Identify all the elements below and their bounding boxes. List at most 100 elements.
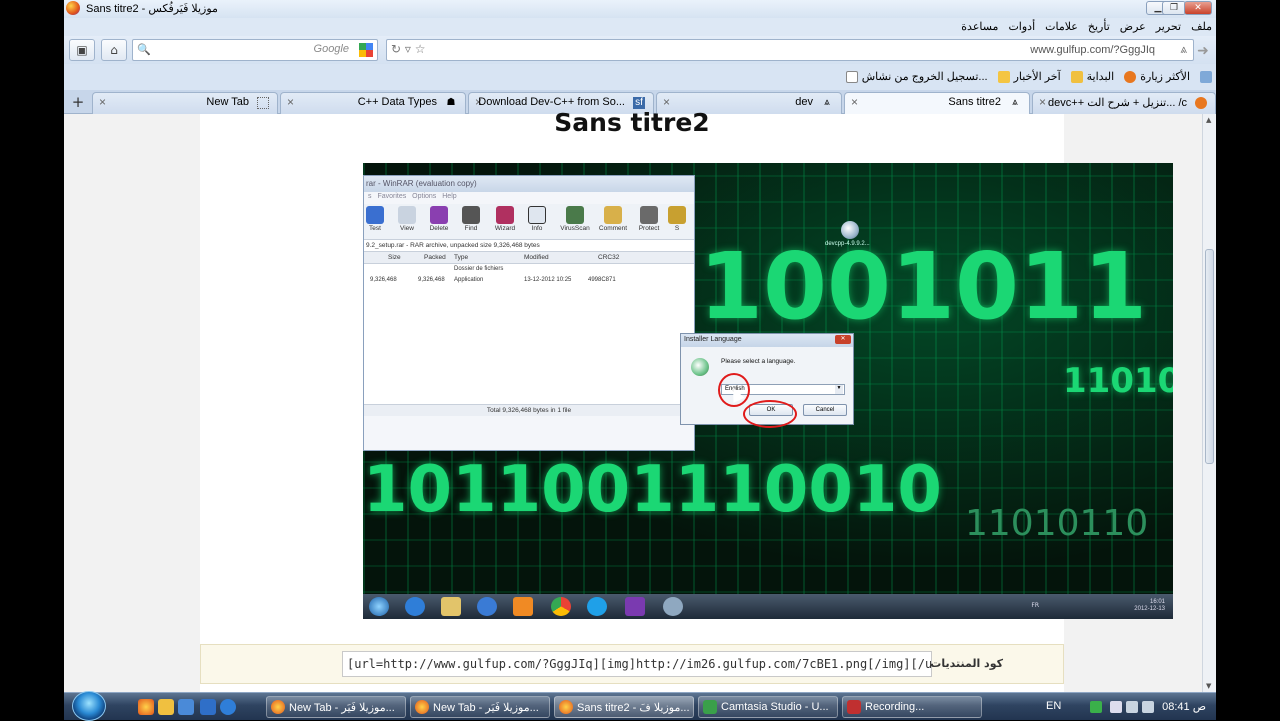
find-icon <box>462 206 480 224</box>
tool-find: Find <box>456 206 486 232</box>
winrar-title: rar - WinRAR (evaluation copy) <box>364 176 694 192</box>
reload-icon[interactable]: ↻ ▿ ☆ <box>391 42 425 56</box>
ie-icon[interactable] <box>220 699 236 715</box>
messenger-icon[interactable] <box>158 699 174 715</box>
close-icon: ✕ <box>835 335 851 344</box>
bookmarks-toolbar: الأكثر زيارة البداية آخر الأخبار تسجيل ا… <box>64 64 1216 90</box>
email-icon[interactable] <box>200 699 216 715</box>
taskbar-task[interactable]: New Tab - موزيلا فَيَر... <box>410 696 550 718</box>
firefox-icon[interactable] <box>138 699 154 715</box>
taskbar-task[interactable]: Recording... <box>842 696 982 718</box>
forum-code-label: كود المنتديات <box>930 657 1003 670</box>
new-tab-button[interactable]: + <box>68 92 88 112</box>
search-input[interactable]: Google <box>314 43 349 55</box>
firefox-icon <box>1124 70 1137 83</box>
firefox-icon <box>66 1 80 15</box>
network-icon[interactable] <box>1126 701 1138 713</box>
maximize-button[interactable]: ❐ <box>1162 1 1186 15</box>
taskbar-task[interactable]: Camtasia Studio - U... <box>698 696 838 718</box>
tab-close-icon[interactable]: × <box>663 95 670 109</box>
menu-history[interactable]: تأريخ <box>1088 20 1110 33</box>
tab-close-icon[interactable]: × <box>287 95 294 109</box>
dialog-message: Please select a language. <box>721 358 796 365</box>
tray-icon[interactable] <box>1090 701 1102 713</box>
vertical-scrollbar[interactable]: ▲ ▼ <box>1202 114 1216 692</box>
test-icon <box>366 206 384 224</box>
scrollbar-thumb[interactable] <box>1205 249 1214 464</box>
winrar-icon <box>625 597 645 616</box>
taskbar-task[interactable]: Sans titre2 - موزيلا فَ... <box>554 696 694 718</box>
desktop-icon[interactable] <box>178 699 194 715</box>
menu-file[interactable]: ملف <box>1191 20 1212 33</box>
bookmarks-menu-icon[interactable] <box>1200 70 1212 83</box>
camtasia-icon <box>703 700 717 714</box>
start-orb-icon <box>369 597 389 616</box>
taskbar-task[interactable]: New Tab - موزيلا فَيَر... <box>266 696 406 718</box>
url-bar[interactable]: ↻ ▿ ☆ www.gulfup.com/?GggJIq ⩓ <box>386 39 1194 61</box>
home-icon[interactable]: ⌂ <box>101 39 127 61</box>
tool-view: View <box>392 206 422 232</box>
chevron-down-icon: ▼ <box>835 385 843 394</box>
search-box[interactable]: 🔍 Google <box>132 39 378 61</box>
recording-icon <box>847 700 861 714</box>
chrome-icon <box>551 597 571 616</box>
tab-close-icon[interactable]: × <box>1039 95 1046 109</box>
page-icon <box>845 70 858 83</box>
virus-icon <box>566 206 584 224</box>
messenger-icon <box>477 597 497 616</box>
menu-view[interactable]: عرض <box>1120 20 1146 33</box>
archive-path: 9.2_setup.rar - RAR archive, unpacked si… <box>364 240 694 252</box>
menu-edit[interactable]: تحرير <box>1156 20 1181 33</box>
clock[interactable]: 08:41 ص <box>1162 700 1206 713</box>
right-letterbox <box>1216 0 1280 692</box>
tab-close-icon[interactable]: × <box>99 95 106 109</box>
media-icon <box>513 597 533 616</box>
uploaded-screenshot: 1001011 11010 1011001110010 11010110 dev… <box>363 163 1173 619</box>
tool-sfx: S <box>662 206 692 232</box>
page-viewport: Sans titre2 1001011 11010 1011001110010 … <box>64 108 1202 692</box>
bookmark-most-visited[interactable]: الأكثر زيارة <box>1124 70 1190 83</box>
firefox-icon <box>415 700 429 714</box>
windows-taskbar: New Tab - موزيلا فَيَر... New Tab - موزي… <box>64 691 1216 721</box>
ie-icon <box>405 597 425 616</box>
wizard-icon <box>496 206 514 224</box>
bookmark-latest-headlines[interactable]: آخر الأخبار <box>997 70 1061 83</box>
url-input[interactable]: www.gulfup.com/?GggJIq <box>1030 44 1155 56</box>
firefox-icon <box>271 700 285 714</box>
dialog-title: Installer Language ✕ <box>681 334 853 347</box>
scroll-down-icon[interactable]: ▼ <box>1206 682 1211 690</box>
bookmark-logout[interactable]: تسجيل الخروج من نشاش... <box>845 70 988 83</box>
downloads-icon[interactable]: ▣ <box>69 39 95 61</box>
rss-icon <box>1070 70 1083 83</box>
binary-text: 11010 <box>1063 361 1173 401</box>
tool-wizard: Wizard <box>490 206 520 232</box>
view-icon <box>398 206 416 224</box>
tool-comment: Comment <box>598 206 628 232</box>
forum-code-input[interactable]: [url=http://www.gulfup.com/?GggJIq][img]… <box>342 651 932 677</box>
bookmark-getting-started[interactable]: البداية <box>1070 70 1114 83</box>
navigation-bar: ▣ ⌂ 🔍 Google ↻ ▿ ☆ www.gulfup.com/?GggJI… <box>64 36 1216 64</box>
search-icon: 🔍 <box>137 43 151 56</box>
forward-arrow-icon[interactable]: ➜ <box>1194 42 1212 60</box>
google-icon[interactable] <box>359 43 373 57</box>
window-title: Sans titre2 - موزيلا فَيَرفُكس <box>86 3 218 15</box>
volume-icon[interactable] <box>1142 701 1154 713</box>
tray-icon[interactable] <box>1110 701 1122 713</box>
tab-close-icon[interactable]: × <box>851 95 858 109</box>
winrar-status: Total 9,326,468 bytes in 1 file <box>364 404 694 416</box>
binary-text: 1001011 <box>699 233 1148 340</box>
language-indicator[interactable]: EN <box>1046 700 1061 712</box>
skype-icon <box>587 597 607 616</box>
winrar-window: rar - WinRAR (evaluation copy) s Favorit… <box>363 175 695 451</box>
menu-bookmarks[interactable]: علامات <box>1045 20 1078 33</box>
start-button[interactable] <box>72 691 106 721</box>
table-row: 9,326,468 9,326,468 Application 13-12-20… <box>370 277 616 283</box>
firefox-icon <box>1195 97 1207 109</box>
scroll-up-icon[interactable]: ▲ <box>1206 116 1211 124</box>
cancel-button: Cancel <box>803 404 847 416</box>
firefox-window: Sans titre2 - موزيلا فَيَرفُكس ▁ ❐ ✕ ملف… <box>64 0 1216 692</box>
close-button[interactable]: ✕ <box>1184 1 1212 15</box>
forum-code-row: [url=http://www.gulfup.com/?GggJIq][img]… <box>200 644 1064 684</box>
menu-tools[interactable]: أدوات <box>1008 20 1035 33</box>
menu-help[interactable]: مساعدة <box>961 20 998 33</box>
